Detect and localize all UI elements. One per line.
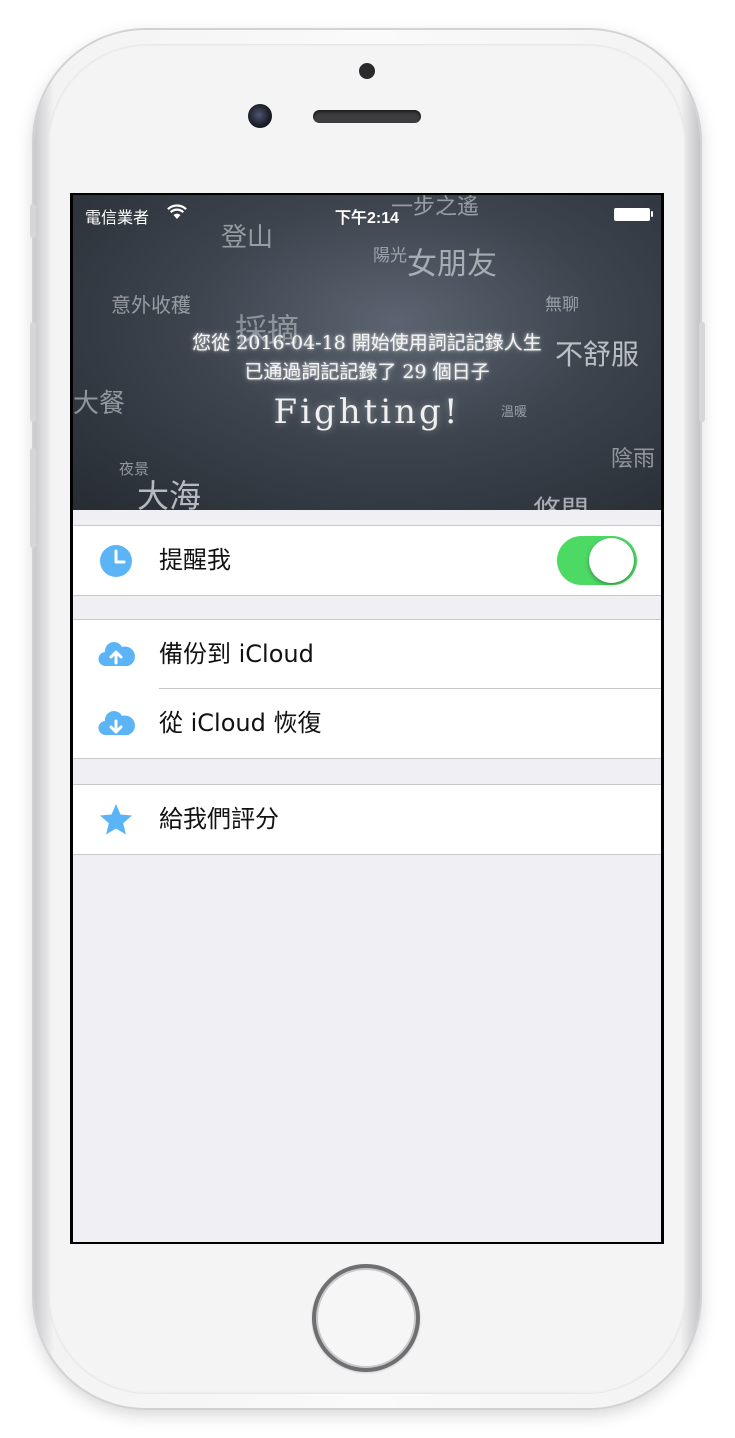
volume-up-button <box>30 322 36 422</box>
icloud-section: 備份到 iCloud 從 iCloud 恢復 <box>73 619 661 759</box>
cloud-upload-icon <box>98 641 135 666</box>
chalk-word: 大海 <box>137 477 202 510</box>
clock-icon <box>100 544 132 577</box>
clock-time: 下午2:14 <box>334 210 400 227</box>
remind-toggle[interactable] <box>557 536 637 585</box>
battery-icon <box>614 208 650 221</box>
remind-row[interactable]: 提醒我 <box>73 526 661 595</box>
status-bar: 電信業者 下午2:14 <box>73 195 661 231</box>
rate-row[interactable]: 給我們評分 <box>73 785 661 854</box>
earpiece-speaker <box>313 110 421 123</box>
chalk-word: 陰雨 <box>611 447 656 472</box>
restore-label: 從 iCloud 恢復 <box>159 709 322 737</box>
backup-label: 備份到 iCloud <box>159 640 314 668</box>
chalk-word: 意外收穫 <box>111 293 191 317</box>
star-icon <box>100 803 132 834</box>
proximity-sensor <box>359 63 375 79</box>
cloud-download-icon <box>98 710 135 735</box>
toggle-knob <box>589 538 634 583</box>
chalk-word: 陽光 <box>373 246 407 266</box>
power-button <box>699 322 705 422</box>
rate-label: 給我們評分 <box>159 805 279 833</box>
usage-days-text: 已通過詞記記錄了 29 個日子 <box>244 361 490 383</box>
settings-screen: 一步之遙 登山 陽光 女朋友 意外收穫 無聊 採摘 不舒服 大餐 溫暖 陰雨 夜… <box>73 195 661 1242</box>
screen: 一步之遙 登山 陽光 女朋友 意外收穫 無聊 採摘 不舒服 大餐 溫暖 陰雨 夜… <box>70 193 664 1244</box>
backup-row[interactable]: 備份到 iCloud <box>73 620 661 689</box>
volume-down-button <box>30 448 36 548</box>
header-banner: 一步之遙 登山 陽光 女朋友 意外收穫 無聊 採摘 不舒服 大餐 溫暖 陰雨 夜… <box>73 195 661 510</box>
chalk-word: 女朋友 <box>407 247 497 282</box>
reminder-section: 提醒我 <box>73 525 661 596</box>
mute-switch <box>30 204 36 238</box>
chalk-word: 悠閒 <box>533 489 589 510</box>
rate-section: 給我們評分 <box>73 784 661 855</box>
front-camera-icon <box>248 104 272 128</box>
battery-tip <box>651 211 653 217</box>
restore-row[interactable]: 從 iCloud 恢復 <box>73 689 661 758</box>
chalk-word: 無聊 <box>545 295 579 315</box>
usage-start-text: 您從 2016-04-18 開始使用詞記記錄人生 <box>192 332 542 354</box>
remind-label: 提醒我 <box>159 546 231 574</box>
motto-text: Fighting! <box>273 392 461 432</box>
home-button[interactable] <box>312 1264 420 1372</box>
